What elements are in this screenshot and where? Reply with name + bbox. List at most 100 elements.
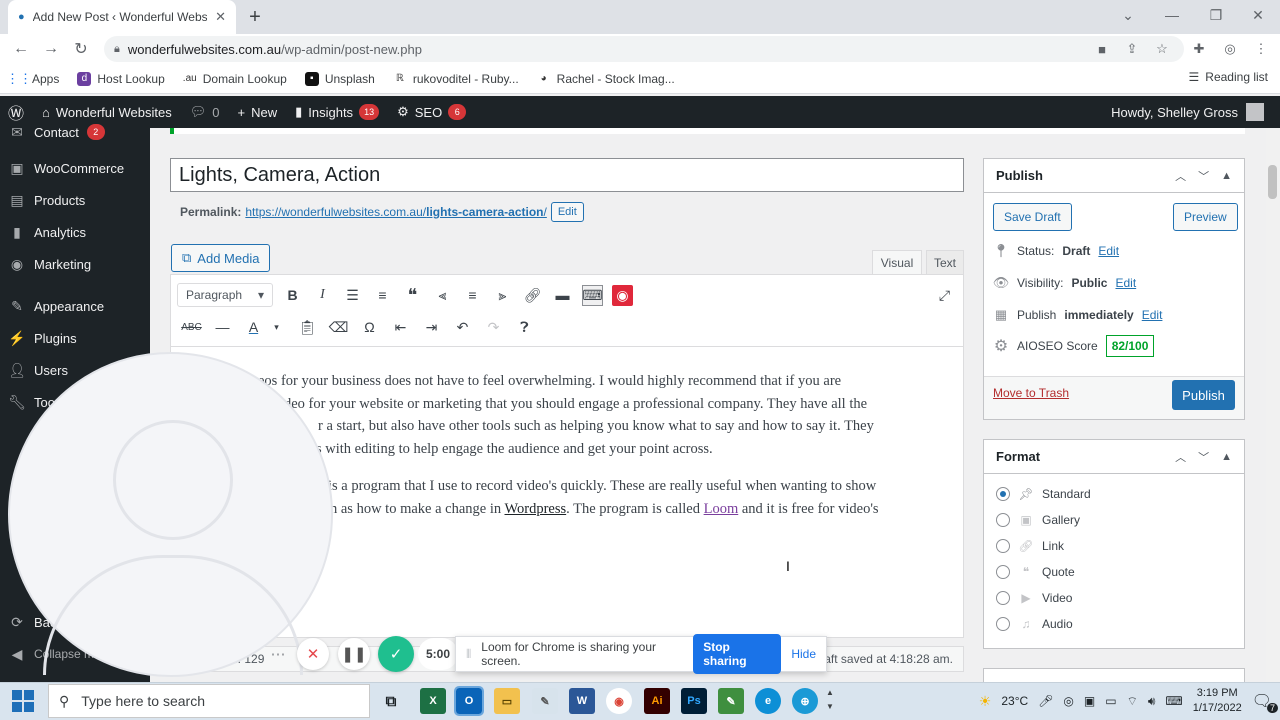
loom-cancel-icon[interactable]: ✕ (297, 638, 329, 670)
notification-icon[interactable]: 🗨︎ 7 (1252, 691, 1278, 713)
address-bar[interactable]: 🔒︎ wonderfulwebsites.com.au/wp-admin/pos… (104, 36, 1184, 62)
task-view-icon[interactable]: ⧉ (378, 688, 404, 714)
browser-tab-active[interactable]: ● Add New Post ‹ Wonderful Websites ✕ (8, 0, 236, 34)
new-tab-button[interactable]: + (244, 6, 266, 28)
bookmark-apps[interactable]: ⋮⋮ Apps (6, 71, 59, 86)
numbered-list-icon[interactable]: ≡ (372, 285, 393, 306)
format-option-video[interactable]: ▶ Video (996, 587, 1072, 609)
admin-seo[interactable]: ⚙ SEO 6 (397, 104, 467, 120)
wifi-icon[interactable]: ⌔ (1127, 694, 1138, 709)
post-title-input[interactable]: Lights, Camera, Action (170, 158, 964, 192)
edit-status-link[interactable]: Edit (1098, 244, 1119, 258)
fullscreen-icon[interactable]: ⤢ (934, 285, 955, 306)
read-more-icon[interactable]: ▬ (552, 285, 573, 306)
edit-schedule-link[interactable]: Edit (1142, 308, 1163, 322)
language-icon[interactable]: ⌨ (1165, 694, 1182, 708)
close-window-icon[interactable]: ✕ (1236, 0, 1280, 30)
hide-button[interactable]: Hide (791, 647, 816, 661)
toolbar-toggle-icon[interactable]: ⌨ (582, 284, 603, 306)
bookmark-star-icon[interactable]: ☆ (1153, 40, 1171, 58)
notepad-icon[interactable]: ✎ (718, 688, 744, 714)
webcam-icon[interactable]: ◎ (1063, 694, 1073, 708)
wordpress-link[interactable]: Wordpress (505, 501, 567, 517)
bookmark-rukovoditel[interactable]: ℝrukovoditel - Ruby... (393, 72, 519, 86)
toggle-panel-icon[interactable]: ▲ (1221, 451, 1232, 463)
format-option-link[interactable]: 🔗︎ Link (996, 535, 1064, 557)
loom-record-icon[interactable]: ◉ (612, 284, 633, 306)
publish-button[interactable]: Publish (1172, 380, 1235, 410)
radio-standard[interactable] (996, 487, 1010, 501)
preview-button[interactable]: Preview (1173, 203, 1238, 231)
outlook-icon[interactable]: O (454, 686, 484, 716)
redo-icon[interactable]: ↷ (483, 317, 504, 338)
menu-kebab-icon[interactable]: ⋮ (1252, 40, 1270, 58)
word-icon[interactable]: W (569, 688, 595, 714)
bookmark-rachel[interactable]: ◕ Rachel - Stock Imag... (537, 72, 675, 86)
italic-icon[interactable]: I (312, 285, 333, 306)
scrollbar-thumb[interactable] (1268, 165, 1277, 199)
text-color-icon[interactable]: A (243, 317, 264, 338)
move-to-trash-link[interactable]: Move to Trash (993, 386, 1069, 400)
special-character-icon[interactable]: Ω (359, 317, 380, 338)
sidebar-item-woocommerce[interactable]: ▣ WooCommerce (0, 152, 150, 184)
radio-gallery[interactable] (996, 513, 1010, 527)
forward-arrow-icon[interactable]: → (40, 38, 62, 60)
reading-list[interactable]: ☰ Reading list (1189, 70, 1268, 84)
temperature[interactable]: 23°C (1001, 694, 1028, 708)
move-down-icon[interactable]: ﹀ (1198, 168, 1209, 184)
paste-text-icon[interactable]: 📋︎ (297, 317, 318, 338)
bookmark-host-lookup[interactable]: d Host Lookup (77, 71, 165, 86)
back-arrow-icon[interactable]: ← (10, 38, 32, 60)
permalink-edit-button[interactable]: Edit (550, 202, 584, 222)
bookmark-domain-lookup[interactable]: .au Domain Lookup (183, 72, 287, 86)
align-left-icon[interactable]: ⫷ (432, 285, 453, 306)
aioseo-score-badge[interactable]: 82/100 (1105, 335, 1155, 357)
outdent-icon[interactable]: ⇤ (390, 317, 411, 338)
toggle-panel-icon[interactable]: ▲ (1221, 170, 1232, 182)
close-tab-icon[interactable]: ✕ (215, 9, 226, 25)
format-select[interactable]: Paragraph ▾ (177, 283, 273, 307)
format-option-gallery[interactable]: ▣ Gallery (996, 509, 1080, 531)
network-globe-icon[interactable]: ⊕ (792, 688, 818, 714)
tray-overflow-icon[interactable]: ▲ ▼ (826, 686, 834, 714)
align-right-icon[interactable]: ⫸ (492, 285, 513, 306)
share-icon[interactable]: ⇪ (1123, 40, 1141, 58)
weather-sun-icon[interactable]: ☀ (979, 693, 992, 710)
tab-visual[interactable]: Visual (872, 250, 922, 274)
link-icon[interactable]: 🔗︎ (522, 285, 543, 306)
format-option-standard[interactable]: 📌︎ Standard (996, 483, 1091, 505)
sidebar-item-analytics[interactable]: ▮ Analytics (0, 216, 150, 248)
website-extension-icon[interactable]: ◎ (1221, 40, 1239, 58)
indent-icon[interactable]: ⇥ (421, 317, 442, 338)
sidebar-item-appearance[interactable]: ✎ Appearance (0, 290, 150, 322)
excel-icon[interactable]: X (420, 688, 446, 714)
sidebar-item-products[interactable]: ▤ Products (0, 184, 150, 216)
minimize-icon[interactable]: — (1150, 0, 1194, 30)
bold-icon[interactable]: B (282, 285, 303, 306)
radio-link[interactable] (996, 539, 1010, 553)
edit-visibility-link[interactable]: Edit (1115, 276, 1136, 290)
page-scrollbar[interactable] (1266, 128, 1280, 682)
file-explorer-icon[interactable]: ▭ (494, 688, 520, 714)
admin-insights[interactable]: ▮ Insights 13 (295, 104, 380, 120)
clear-formatting-icon[interactable]: ⌫ (328, 317, 349, 338)
sidebar-item-contact[interactable]: ✉ Contact 2 (0, 116, 150, 148)
move-up-icon[interactable]: ︿ (1175, 449, 1186, 465)
loom-more-icon[interactable]: ⋯ (262, 638, 294, 670)
camera-icon[interactable]: ■ (1093, 40, 1111, 58)
strikethrough-icon[interactable]: ABC (181, 317, 202, 338)
sidebar-item-marketing[interactable]: ◉ Marketing (0, 248, 150, 280)
admin-account[interactable]: Howdy, Shelley Gross (1111, 96, 1264, 128)
undo-icon[interactable]: ↶ (452, 317, 473, 338)
admin-comments[interactable]: 💬︎ 0 (190, 104, 220, 120)
tab-text[interactable]: Text (926, 250, 964, 274)
loom-finish-icon[interactable]: ✓ (378, 636, 414, 672)
move-up-icon[interactable]: ︿ (1175, 168, 1186, 184)
sidebar-item-plugins[interactable]: ⚡ Plugins (0, 322, 150, 354)
tray-app-icon[interactable]: ▣ (1084, 694, 1095, 708)
loom-pause-icon[interactable]: ❚❚ (338, 638, 370, 670)
drag-handle-icon[interactable]: ⦀ (466, 647, 471, 662)
lock-icon[interactable]: 🔒︎ (114, 43, 120, 56)
admin-new[interactable]: + New (237, 105, 277, 120)
photoshop-icon[interactable]: Ps (681, 688, 707, 714)
